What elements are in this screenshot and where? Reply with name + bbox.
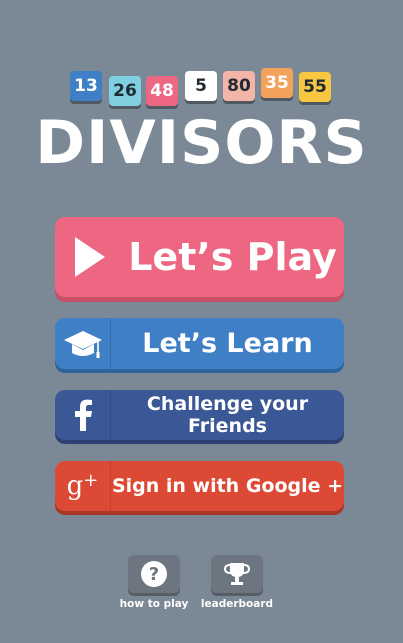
- number-tile: 55: [299, 72, 331, 102]
- number-tile: 35: [261, 68, 293, 98]
- play-button[interactable]: Let’s Play: [55, 217, 344, 297]
- game-logo: DIVISORS: [35, 108, 368, 178]
- leaderboard-label: leaderboard: [200, 598, 274, 610]
- graduation-cap-icon: [55, 318, 110, 369]
- play-label: Let’s Play: [128, 235, 337, 279]
- number-tile: 26: [109, 76, 141, 106]
- how-to-play-button[interactable]: ?: [128, 555, 180, 593]
- google-plus-glyph: +: [83, 469, 99, 491]
- svg-text:?: ?: [149, 564, 159, 585]
- how-to-play-label: how to play: [119, 598, 189, 610]
- google-plus-icon: g +: [55, 461, 110, 511]
- number-tile: 5: [185, 71, 217, 101]
- number-tiles: 13 26 48 5 80 35 55: [70, 68, 340, 108]
- google-g-glyph: g: [66, 471, 84, 501]
- google-button[interactable]: g + Sign in with Google +: [55, 461, 344, 511]
- facebook-button[interactable]: Challenge your Friends: [55, 390, 344, 440]
- learn-button[interactable]: Let’s Learn: [55, 318, 344, 369]
- number-tile: 80: [223, 71, 255, 101]
- facebook-icon: [55, 390, 110, 440]
- trophy-icon: [223, 563, 251, 585]
- number-tile: 48: [146, 76, 178, 106]
- play-icon: [55, 217, 125, 297]
- google-label: Sign in with Google +: [111, 475, 344, 497]
- leaderboard-button[interactable]: [211, 555, 263, 593]
- facebook-label: Challenge your Friends: [146, 393, 309, 437]
- learn-label: Let’s Learn: [142, 328, 313, 359]
- number-tile: 13: [70, 71, 102, 101]
- question-icon: ?: [141, 561, 167, 587]
